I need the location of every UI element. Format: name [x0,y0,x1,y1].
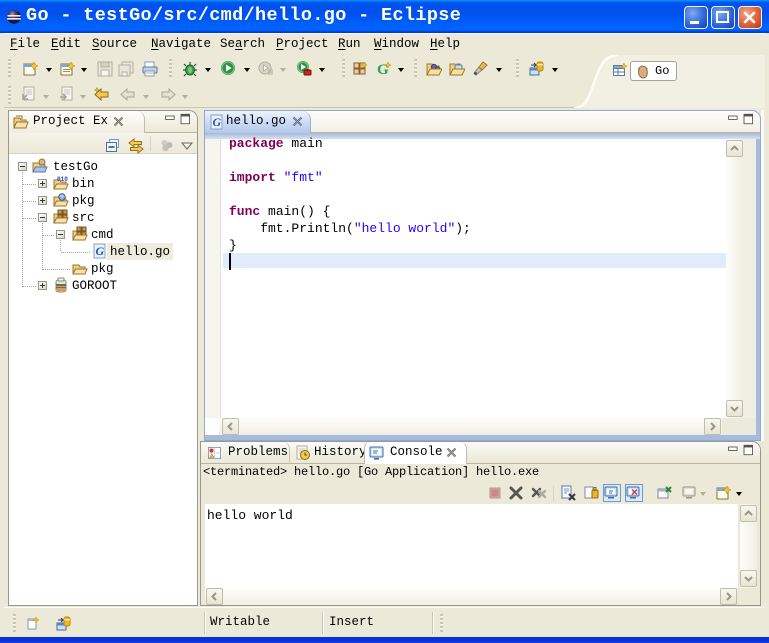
svg-text:010: 010 [57,176,68,183]
svg-text:G: G [96,244,105,258]
svg-text:G: G [213,115,222,129]
